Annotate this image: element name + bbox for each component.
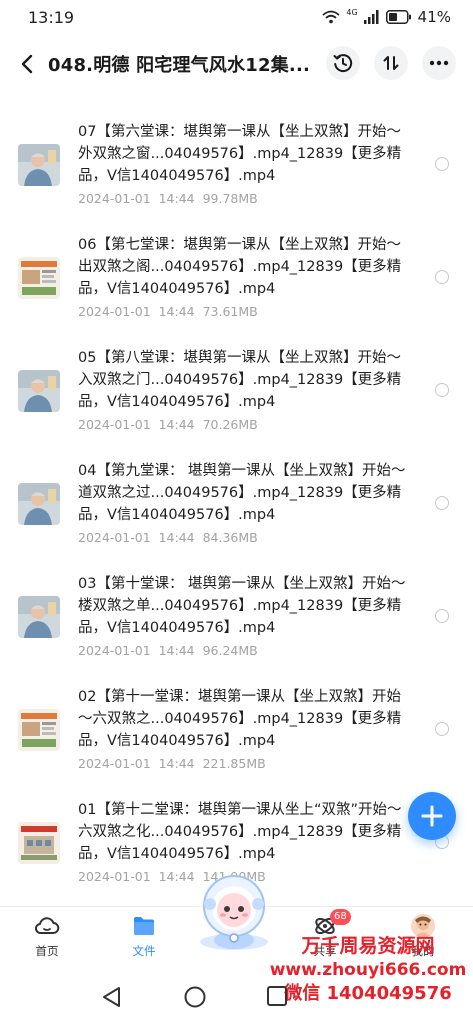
system-home-icon[interactable] [183,985,207,1009]
battery-level: 41% [417,8,451,26]
file-list-item[interactable]: 06【第七堂课：堪舆第一课从【坐上双煞】开始～出双煞之阁...04049576】… [0,225,473,338]
watermark-site-name: 万千周易资源网 [301,935,435,957]
file-time: 14:44 [158,756,195,771]
select-radio[interactable] [435,383,449,397]
file-date: 2024-01-01 [78,756,151,771]
video-thumbnail [18,144,60,186]
video-thumbnail [18,822,60,864]
file-time: 14:44 [158,869,195,884]
system-recents-icon[interactable] [266,985,288,1007]
sort-arrows-icon [383,56,399,70]
file-date: 2024-01-01 [78,417,151,432]
system-nav-bar [0,975,473,1021]
file-time: 14:44 [158,304,195,319]
select-radio[interactable] [435,609,449,623]
file-date: 2024-01-01 [78,643,151,658]
back-arrow-icon[interactable] [14,50,42,78]
history-button[interactable] [326,46,360,80]
file-date: 2024-01-01 [78,869,151,884]
file-size: 84.36MB [202,530,258,545]
video-thumbnail [18,370,60,412]
plus-icon [421,805,443,827]
tab-files-label: 文件 [132,944,156,958]
file-list-item[interactable]: 03【第十堂课： 堪舆第一课从【坐上双煞】开始～楼双煞之单...04049576… [0,564,473,677]
cloud-home-icon [34,917,60,934]
file-list-item[interactable]: 04【第九堂课： 堪舆第一课从【坐上双煞】开始～道双煞之过...04049576… [0,451,473,564]
share-badge: 68 [330,909,351,925]
file-time: 14:44 [158,643,195,658]
page-title: 048.明德 阳宅理气风水12集... [48,55,311,76]
system-back-icon[interactable] [100,985,122,1009]
select-radio[interactable] [435,270,449,284]
network-type-label: 4G [346,7,358,17]
file-date: 2024-01-01 [78,191,151,206]
file-time: 14:44 [158,191,195,206]
video-thumbnail [18,257,60,299]
wifi-icon [322,10,340,24]
file-date: 2024-01-01 [78,530,151,545]
history-clock-icon [333,54,353,73]
status-indicators: 4G 41% [322,8,451,26]
battery-icon [385,10,411,24]
file-time: 14:44 [158,530,195,545]
add-button[interactable] [408,792,456,840]
file-meta: 2024-01-01 14:44 99.78MB [78,191,258,206]
file-name: 02【第十一堂课：堪舆第一课从【坐上双煞】开始～六双煞之...04049576】… [78,689,402,749]
file-size: 70.26MB [202,417,258,432]
file-time: 14:44 [158,417,195,432]
sort-button[interactable] [374,46,408,80]
file-list-item[interactable]: 07【第六堂课：堪舆第一课从【坐上双煞】开始～外双煞之窗...04049576】… [0,112,473,225]
file-list: 07【第六堂课：堪舆第一课从【坐上双煞】开始～外双煞之窗...04049576】… [0,112,473,903]
file-meta: 2024-01-01 14:44 70.26MB [78,417,258,432]
status-time: 13:19 [28,8,75,27]
video-thumbnail [18,709,60,751]
file-name: 01【第十二堂课：堪舆第一课从坐上“双煞”开始～六双煞之化...04049576… [78,802,402,862]
select-radio[interactable] [435,157,449,171]
header-bar: 048.明德 阳宅理气风水12集... [0,40,473,88]
select-radio[interactable] [435,722,449,736]
signal-icon [363,10,379,24]
tab-files[interactable]: 文件 [109,913,179,959]
video-thumbnail [18,483,60,525]
tab-home[interactable]: 首页 [12,913,82,959]
file-date: 2024-01-01 [78,304,151,319]
more-button[interactable] [422,46,456,80]
more-dots-icon [429,60,449,66]
file-meta: 2024-01-01 14:44 221.85MB [78,756,266,771]
file-meta: 2024-01-01 14:44 84.36MB [78,530,258,545]
file-list-item[interactable]: 02【第十一堂课：堪舆第一课从【坐上双煞】开始～六双煞之...04049576】… [0,677,473,790]
status-bar: 13:19 4G 41% [0,0,473,36]
video-thumbnail [18,596,60,638]
file-size: 99.78MB [202,191,258,206]
select-radio[interactable] [435,496,449,510]
file-name: 05【第八堂课：堪舆第一课从【坐上双煞】开始～入双煞之门...04049576】… [78,350,402,410]
file-size: 96.24MB [202,643,258,658]
file-name: 03【第十堂课： 堪舆第一课从【坐上双煞】开始～楼双煞之单...04049576… [78,576,406,636]
file-name: 06【第七堂课：堪舆第一课从【坐上双煞】开始～出双煞之阁...04049576】… [78,237,402,297]
file-meta: 2024-01-01 14:44 73.61MB [78,304,258,319]
file-name: 07【第六堂课：堪舆第一课从【坐上双煞】开始～外双煞之窗...04049576】… [78,124,402,184]
tab-home-label: 首页 [35,944,59,958]
file-name: 04【第九堂课： 堪舆第一课从【坐上双煞】开始～道双煞之过...04049576… [78,463,406,523]
file-size: 73.61MB [202,304,258,319]
file-meta: 2024-01-01 14:44 96.24MB [78,643,258,658]
folder-icon [134,917,154,935]
file-size: 221.85MB [202,756,266,771]
file-list-item[interactable]: 05【第八堂课：堪舆第一课从【坐上双煞】开始～入双煞之门...04049576】… [0,338,473,451]
